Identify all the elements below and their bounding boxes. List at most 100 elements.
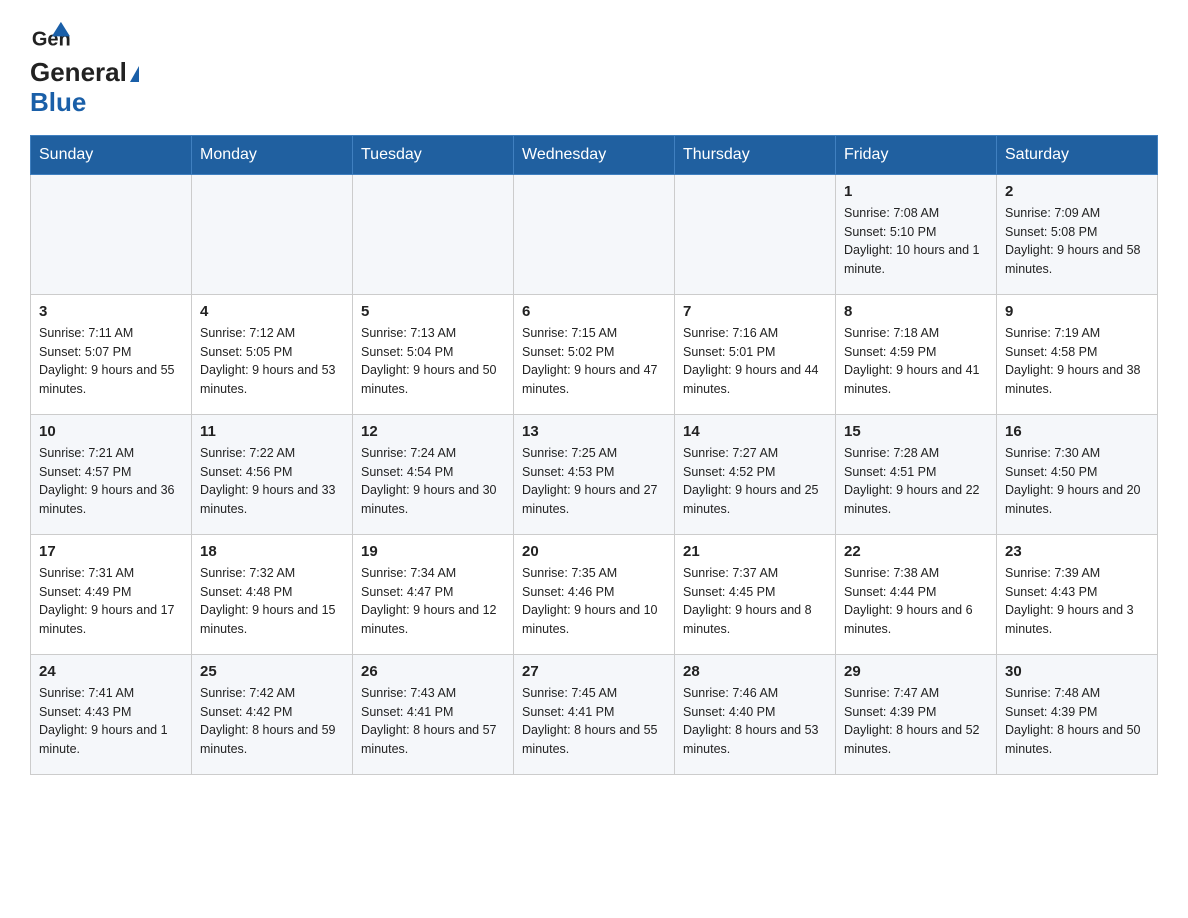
calendar-cell: 26 Sunrise: 7:43 AMSunset: 4:41 PMDayligh… [353, 654, 514, 774]
day-number: 16 [1005, 423, 1149, 440]
calendar-cell: 4Sunrise: 7:12 AMSunset: 5:05 PMDaylight… [192, 294, 353, 414]
calendar-cell: 24 Sunrise: 7:41 AMSunset: 4:43 PMDayligh… [31, 654, 192, 774]
calendar-week-row: 3 Sunrise: 7:11 AMSunset: 5:07 PMDaylight… [31, 294, 1158, 414]
calendar-header-row: SundayMondayTuesdayWednesdayThursdayFrid… [31, 135, 1158, 174]
calendar-cell: 9 Sunrise: 7:19 AMSunset: 4:58 PMDaylight… [997, 294, 1158, 414]
day-info: Sunrise: 7:48 AMSunset: 4:39 PMDaylight:… [1005, 684, 1149, 759]
calendar-cell [514, 174, 675, 294]
logo-text-blue: Blue [30, 88, 86, 117]
day-info: Sunrise: 7:42 AMSunset: 4:42 PMDaylight:… [200, 684, 344, 759]
calendar-cell: 28 Sunrise: 7:46 AMSunset: 4:40 PMDayligh… [675, 654, 836, 774]
calendar-cell: 16 Sunrise: 7:30 AMSunset: 4:50 PMDayligh… [997, 414, 1158, 534]
day-number: 23 [1005, 543, 1149, 560]
day-info: Sunrise: 7:08 AMSunset: 5:10 PMDaylight:… [844, 204, 988, 279]
day-number: 9 [1005, 303, 1149, 320]
day-info: Sunrise: 7:37 AMSunset: 4:45 PMDaylight:… [683, 564, 827, 639]
day-number: 28 [683, 663, 827, 680]
day-number: 12 [361, 423, 505, 440]
day-info: Sunrise: 7:35 AMSunset: 4:46 PMDaylight:… [522, 564, 666, 639]
logo-text-general: General [30, 57, 139, 88]
calendar-cell: 23 Sunrise: 7:39 AMSunset: 4:43 PMDayligh… [997, 534, 1158, 654]
day-number: 19 [361, 543, 505, 560]
day-number: 2 [1005, 183, 1149, 200]
day-info: Sunrise: 7:39 AMSunset: 4:43 PMDaylight:… [1005, 564, 1149, 639]
calendar-cell [675, 174, 836, 294]
day-info: Sunrise: 7:45 AMSunset: 4:41 PMDaylight:… [522, 684, 666, 759]
calendar-cell: 10Sunrise: 7:21 AMSunset: 4:57 PMDayligh… [31, 414, 192, 534]
day-info: Sunrise: 7:09 AMSunset: 5:08 PMDaylight:… [1005, 204, 1149, 279]
calendar-header-thursday: Thursday [675, 135, 836, 174]
day-number: 17 [39, 543, 183, 560]
calendar-cell: 5 Sunrise: 7:13 AMSunset: 5:04 PMDaylight… [353, 294, 514, 414]
day-number: 30 [1005, 663, 1149, 680]
calendar-week-row: 1 Sunrise: 7:08 AMSunset: 5:10 PMDaylight… [31, 174, 1158, 294]
calendar-cell: 22 Sunrise: 7:38 AMSunset: 4:44 PMDayligh… [836, 534, 997, 654]
calendar-cell: 21Sunrise: 7:37 AMSunset: 4:45 PMDayligh… [675, 534, 836, 654]
day-number: 25 [200, 663, 344, 680]
calendar-header-friday: Friday [836, 135, 997, 174]
calendar-week-row: 17 Sunrise: 7:31 AMSunset: 4:49 PMDayligh… [31, 534, 1158, 654]
calendar-cell: 29 Sunrise: 7:47 AMSunset: 4:39 PMDayligh… [836, 654, 997, 774]
day-info: Sunrise: 7:32 AMSunset: 4:48 PMDaylight:… [200, 564, 344, 639]
calendar-cell: 13 Sunrise: 7:25 AMSunset: 4:53 PMDayligh… [514, 414, 675, 534]
day-number: 6 [522, 303, 666, 320]
calendar-cell: 20 Sunrise: 7:35 AMSunset: 4:46 PMDayligh… [514, 534, 675, 654]
day-number: 5 [361, 303, 505, 320]
day-number: 26 [361, 663, 505, 680]
calendar-cell: 15Sunrise: 7:28 AMSunset: 4:51 PMDayligh… [836, 414, 997, 534]
day-info: Sunrise: 7:13 AMSunset: 5:04 PMDaylight:… [361, 324, 505, 399]
day-number: 20 [522, 543, 666, 560]
calendar-cell: 19 Sunrise: 7:34 AMSunset: 4:47 PMDayligh… [353, 534, 514, 654]
day-number: 1 [844, 183, 988, 200]
day-number: 18 [200, 543, 344, 560]
calendar-cell: 27Sunrise: 7:45 AMSunset: 4:41 PMDayligh… [514, 654, 675, 774]
calendar-cell: 6 Sunrise: 7:15 AMSunset: 5:02 PMDaylight… [514, 294, 675, 414]
day-info: Sunrise: 7:43 AMSunset: 4:41 PMDaylight:… [361, 684, 505, 759]
calendar-header-monday: Monday [192, 135, 353, 174]
day-info: Sunrise: 7:12 AMSunset: 5:05 PMDaylight:… [200, 324, 344, 399]
day-number: 7 [683, 303, 827, 320]
calendar-cell: 3 Sunrise: 7:11 AMSunset: 5:07 PMDaylight… [31, 294, 192, 414]
day-info: Sunrise: 7:19 AMSunset: 4:58 PMDaylight:… [1005, 324, 1149, 399]
day-info: Sunrise: 7:11 AMSunset: 5:07 PMDaylight:… [39, 324, 183, 399]
calendar-cell: 8Sunrise: 7:18 AMSunset: 4:59 PMDaylight… [836, 294, 997, 414]
day-info: Sunrise: 7:31 AMSunset: 4:49 PMDaylight:… [39, 564, 183, 639]
day-number: 8 [844, 303, 988, 320]
day-info: Sunrise: 7:30 AMSunset: 4:50 PMDaylight:… [1005, 444, 1149, 519]
logo-area: General General Blue [30, 20, 139, 117]
calendar-cell: 17 Sunrise: 7:31 AMSunset: 4:49 PMDayligh… [31, 534, 192, 654]
day-info: Sunrise: 7:24 AMSunset: 4:54 PMDaylight:… [361, 444, 505, 519]
calendar-header-tuesday: Tuesday [353, 135, 514, 174]
day-info: Sunrise: 7:46 AMSunset: 4:40 PMDaylight:… [683, 684, 827, 759]
calendar-header-sunday: Sunday [31, 135, 192, 174]
day-info: Sunrise: 7:47 AMSunset: 4:39 PMDaylight:… [844, 684, 988, 759]
day-info: Sunrise: 7:22 AMSunset: 4:56 PMDaylight:… [200, 444, 344, 519]
day-info: Sunrise: 7:41 AMSunset: 4:43 PMDaylight:… [39, 684, 183, 759]
calendar-cell: 1 Sunrise: 7:08 AMSunset: 5:10 PMDaylight… [836, 174, 997, 294]
day-info: Sunrise: 7:15 AMSunset: 5:02 PMDaylight:… [522, 324, 666, 399]
calendar-table: SundayMondayTuesdayWednesdayThursdayFrid… [30, 135, 1158, 775]
day-number: 3 [39, 303, 183, 320]
calendar-cell: 18 Sunrise: 7:32 AMSunset: 4:48 PMDayligh… [192, 534, 353, 654]
day-number: 13 [522, 423, 666, 440]
calendar-cell: 30 Sunrise: 7:48 AMSunset: 4:39 PMDayligh… [997, 654, 1158, 774]
day-number: 14 [683, 423, 827, 440]
day-info: Sunrise: 7:25 AMSunset: 4:53 PMDaylight:… [522, 444, 666, 519]
page-header: General General Blue [30, 20, 1158, 117]
day-info: Sunrise: 7:34 AMSunset: 4:47 PMDaylight:… [361, 564, 505, 639]
calendar-cell: 2 Sunrise: 7:09 AMSunset: 5:08 PMDaylight… [997, 174, 1158, 294]
day-info: Sunrise: 7:28 AMSunset: 4:51 PMDaylight:… [844, 444, 988, 519]
calendar-week-row: 10Sunrise: 7:21 AMSunset: 4:57 PMDayligh… [31, 414, 1158, 534]
day-number: 24 [39, 663, 183, 680]
calendar-header-wednesday: Wednesday [514, 135, 675, 174]
calendar-cell: 25 Sunrise: 7:42 AMSunset: 4:42 PMDayligh… [192, 654, 353, 774]
calendar-cell: 11Sunrise: 7:22 AMSunset: 4:56 PMDayligh… [192, 414, 353, 534]
calendar-week-row: 24 Sunrise: 7:41 AMSunset: 4:43 PMDayligh… [31, 654, 1158, 774]
day-number: 29 [844, 663, 988, 680]
day-info: Sunrise: 7:27 AMSunset: 4:52 PMDaylight:… [683, 444, 827, 519]
calendar-cell: 12 Sunrise: 7:24 AMSunset: 4:54 PMDayligh… [353, 414, 514, 534]
day-info: Sunrise: 7:16 AMSunset: 5:01 PMDaylight:… [683, 324, 827, 399]
day-info: Sunrise: 7:38 AMSunset: 4:44 PMDaylight:… [844, 564, 988, 639]
calendar-cell [353, 174, 514, 294]
day-number: 22 [844, 543, 988, 560]
